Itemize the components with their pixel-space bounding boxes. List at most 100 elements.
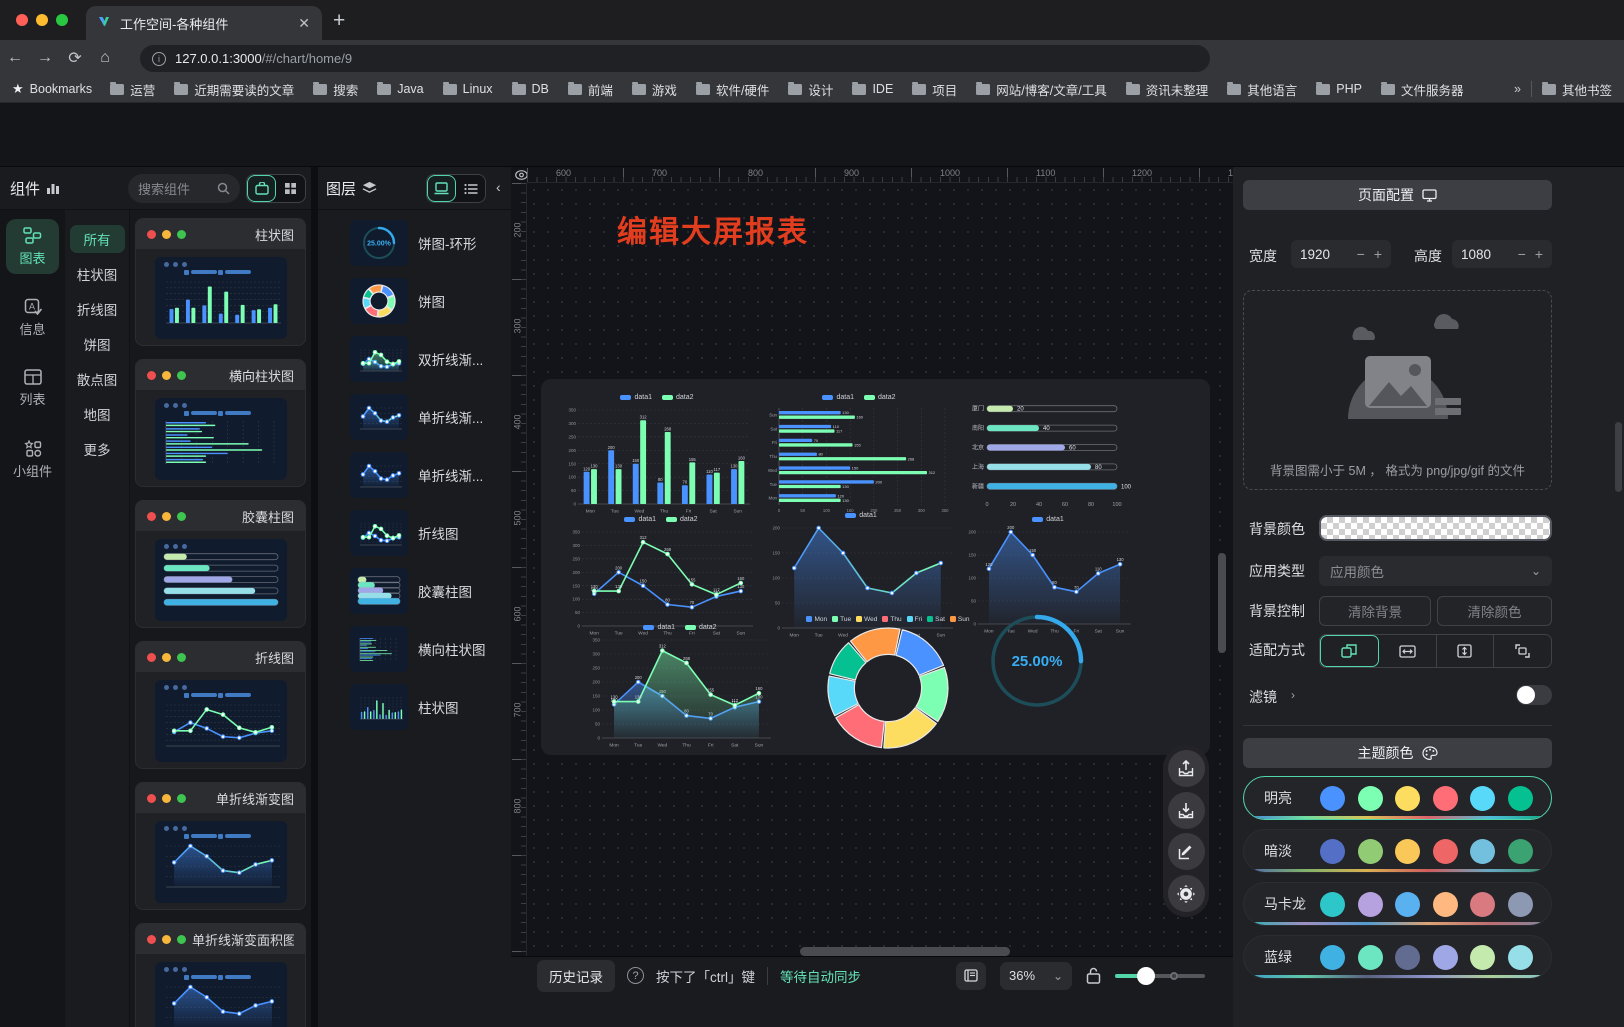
- zoom-slider[interactable]: [1115, 974, 1205, 978]
- vertical-scrollbar[interactable]: [1218, 553, 1226, 653]
- layer-item[interactable]: 25.00%饼图-环形: [318, 214, 511, 272]
- category-item[interactable]: 饼图: [70, 330, 125, 358]
- bookmark-folder[interactable]: IDE: [852, 82, 893, 96]
- bookmark-folder[interactable]: Java: [377, 82, 423, 96]
- url-bar[interactable]: i 127.0.0.1:3000/#/chart/home/9: [140, 45, 1210, 72]
- panel-scrollbar[interactable]: [1615, 422, 1622, 492]
- canvas-area[interactable]: 6007008009001000110012001300 20030040050…: [511, 167, 1233, 1027]
- width-input[interactable]: 1920 −+: [1291, 240, 1391, 268]
- component-card[interactable]: 折线图: [135, 641, 306, 769]
- component-card[interactable]: 单折线渐变面积图: [135, 923, 306, 1027]
- dashboard-widget-折线图[interactable]: data1data2050100150200250300350120200150…: [565, 513, 757, 637]
- bookmark-folder[interactable]: 资讯未整理: [1126, 80, 1209, 99]
- layer-item[interactable]: 柱状图: [318, 678, 511, 736]
- component-card[interactable]: 柱状图: [135, 218, 306, 346]
- filter-toggle[interactable]: [1516, 685, 1552, 705]
- component-card[interactable]: 单折线渐变图: [135, 782, 306, 910]
- layer-view-toggle[interactable]: [426, 174, 486, 203]
- dashboard-widget-胶囊柱图[interactable]: 厦门20南阳40北京60上海80新疆100020406080100: [961, 397, 1133, 509]
- sidebar-tab-信息[interactable]: A信息: [6, 290, 59, 345]
- lock-icon[interactable]: [1086, 967, 1101, 984]
- category-item[interactable]: 柱状图: [70, 260, 125, 288]
- background-upload-area[interactable]: 背景图需小于 5M ， 格式为 png/jpg/gif 的文件: [1243, 290, 1552, 490]
- category-item[interactable]: 散点图: [70, 365, 125, 393]
- bookmark-folder[interactable]: 软件/硬件: [696, 80, 769, 99]
- page-title[interactable]: 编辑大屏报表: [617, 207, 809, 251]
- window-controls[interactable]: [16, 14, 68, 26]
- bookmark-folder[interactable]: 设计: [788, 80, 833, 99]
- theme-row-0[interactable]: 明亮: [1243, 776, 1552, 820]
- width-plus-button[interactable]: +: [1374, 246, 1382, 262]
- dashboard-widget-双折线渐变面积图[interactable]: data1data2050100150200250300350120200150…: [585, 621, 775, 749]
- height-plus-button[interactable]: +: [1535, 246, 1543, 262]
- layer-item[interactable]: 胶囊柱图: [318, 562, 511, 620]
- dashboard-widget-饼图-环形[interactable]: 25.00%: [985, 601, 1089, 721]
- close-window-icon[interactable]: [16, 14, 28, 26]
- category-item[interactable]: 更多: [70, 435, 125, 463]
- other-bookmarks[interactable]: 其他书签: [1542, 80, 1612, 99]
- bookmark-folder[interactable]: 文件服务器: [1381, 80, 1464, 99]
- list-view-icon[interactable]: [456, 175, 485, 202]
- height-minus-button[interactable]: −: [1518, 246, 1526, 262]
- minimize-window-icon[interactable]: [36, 14, 48, 26]
- layer-item[interactable]: 单折线渐...: [318, 388, 511, 446]
- bookmark-folder[interactable]: 搜索: [313, 80, 358, 99]
- fit-width-icon[interactable]: [1379, 635, 1437, 667]
- new-tab-button[interactable]: +: [333, 8, 345, 34]
- import-button[interactable]: [1168, 792, 1205, 829]
- layer-item[interactable]: 双折线渐...: [318, 330, 511, 388]
- dashboard-widget-横向柱状图[interactable]: data1data2050100150200250300350120200150…: [763, 391, 955, 515]
- component-card[interactable]: 横向柱状图: [135, 359, 306, 487]
- bookmark-folder[interactable]: 游戏: [632, 80, 677, 99]
- bg-color-swatch[interactable]: [1319, 515, 1552, 541]
- history-button[interactable]: 历史记录: [537, 960, 615, 992]
- slider-knob[interactable]: [1137, 967, 1155, 985]
- sidebar-tab-小组件[interactable]: 小组件: [6, 432, 59, 487]
- app-type-select[interactable]: 应用颜色⌄: [1319, 556, 1552, 586]
- settings-gear-icon[interactable]: [1168, 875, 1205, 912]
- layer-item[interactable]: 横向柱状图: [318, 620, 511, 678]
- clear-color-button[interactable]: 清除颜色: [1437, 596, 1552, 626]
- zoom-select[interactable]: 36%⌄: [1000, 962, 1072, 990]
- category-item[interactable]: 所有: [70, 225, 125, 253]
- site-info-icon[interactable]: i: [152, 52, 166, 66]
- fit-full-icon[interactable]: [1494, 635, 1551, 667]
- bookmark-folder[interactable]: 项目: [912, 80, 957, 99]
- maximize-window-icon[interactable]: [56, 14, 68, 26]
- theme-row-3[interactable]: 蓝绿: [1243, 935, 1552, 979]
- dashboard[interactable]: data1data2050100150200250300350120200150…: [541, 379, 1210, 755]
- thumbnail-view-icon[interactable]: [427, 175, 456, 202]
- browser-tab[interactable]: 工作空间-各种组件 ✕: [86, 6, 322, 40]
- dashboard-widget-饼图[interactable]: MonTueWedThuFriSatSun: [773, 613, 1003, 751]
- horizontal-scrollbar[interactable]: [800, 947, 1010, 956]
- theme-row-1[interactable]: 暗淡: [1243, 829, 1552, 873]
- bookmark-folder[interactable]: 网站/博客/文章/工具: [976, 80, 1106, 99]
- bookmark-folder[interactable]: 运营: [110, 80, 155, 99]
- fit-height-icon[interactable]: [1437, 635, 1495, 667]
- layer-item[interactable]: 折线图: [318, 504, 511, 562]
- tab-close-icon[interactable]: ✕: [296, 15, 312, 32]
- sidebar-tab-列表[interactable]: 列表: [6, 361, 59, 416]
- bookmark-folder[interactable]: Linux: [443, 82, 493, 96]
- forward-icon[interactable]: →: [30, 49, 60, 67]
- grid-view-icon[interactable]: [276, 175, 305, 202]
- component-view-toggle[interactable]: [246, 174, 306, 203]
- category-item[interactable]: 折线图: [70, 295, 125, 323]
- bookmarks-overflow[interactable]: »: [1514, 82, 1521, 96]
- sidebar-tab-图表[interactable]: 图表: [6, 219, 59, 274]
- collapse-panel-icon[interactable]: ‹: [496, 179, 501, 195]
- chevron-right-icon[interactable]: ›: [1291, 688, 1295, 702]
- width-minus-button[interactable]: −: [1357, 246, 1365, 262]
- clear-background-button[interactable]: 清除背景: [1319, 596, 1431, 626]
- height-input[interactable]: 1080 −+: [1452, 240, 1552, 268]
- export-button[interactable]: [1168, 750, 1205, 787]
- browser-home-icon[interactable]: ⌂: [90, 49, 120, 67]
- layer-item[interactable]: 饼图: [318, 272, 511, 330]
- component-card[interactable]: 胶囊柱图: [135, 500, 306, 628]
- fit-scale-icon[interactable]: [1320, 635, 1379, 667]
- bookmark-folder[interactable]: PHP: [1316, 82, 1362, 96]
- dashboard-widget-柱状图[interactable]: data1data2050100150200250300350120200150…: [561, 391, 753, 515]
- bookmark-folder[interactable]: 近期需要读的文章: [174, 80, 294, 99]
- bookmark-folder[interactable]: DB: [512, 82, 549, 96]
- single-view-icon[interactable]: [247, 175, 276, 202]
